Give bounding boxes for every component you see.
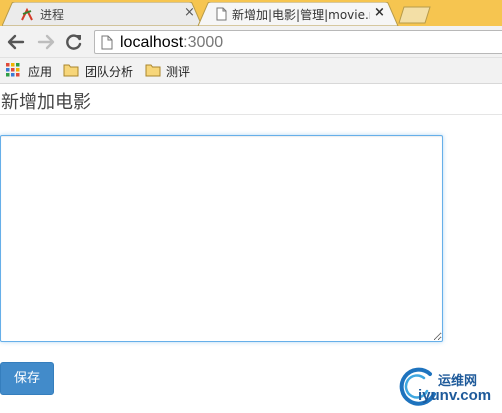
- bookmark-review[interactable]: 测评: [145, 62, 201, 80]
- watermark-brand-en: iyunv.com: [418, 387, 492, 404]
- watermark-logo: 运维网 iyunv.com: [396, 360, 502, 413]
- title-divider: [0, 114, 502, 115]
- tab-new-movie[interactable]: 新增加|电影|管理|movie.n ×: [0, 2, 400, 26]
- movie-content-textarea[interactable]: [0, 135, 443, 342]
- url-host: localhost: [120, 34, 184, 51]
- bookmark-apps[interactable]: 应用: [6, 62, 56, 80]
- tab-close-icon[interactable]: ×: [374, 5, 385, 21]
- page-icon: [216, 7, 227, 21]
- back-arrow-icon[interactable]: [6, 32, 26, 52]
- reload-icon[interactable]: [64, 32, 84, 52]
- page-icon: [101, 35, 113, 50]
- forward-arrow-icon[interactable]: [36, 32, 56, 52]
- tab-strip: 进程 × 新增加|电影|管理|movie.n ×: [0, 0, 502, 26]
- bookmark-label: 应用: [28, 65, 53, 79]
- apps-grid-icon: [6, 63, 20, 77]
- bookmark-label: 测评: [166, 65, 191, 79]
- address-url: localhost:3000: [120, 34, 223, 52]
- save-button[interactable]: 保存: [0, 362, 54, 395]
- browser-toolbar: localhost:3000: [0, 26, 502, 58]
- bookmark-label: 团队分析: [85, 65, 134, 79]
- address-bar[interactable]: localhost:3000: [94, 30, 502, 54]
- url-port: :3000: [183, 34, 224, 51]
- bookmark-team-analysis[interactable]: 团队分析: [63, 62, 143, 80]
- folder-icon: [145, 64, 161, 77]
- new-tab-button[interactable]: [398, 6, 432, 24]
- page-title: 新增加电影: [1, 92, 91, 113]
- bookmarks-bar: 应用 团队分析 测评: [0, 58, 502, 84]
- tab-title: 新增加|电影|管理|movie.n: [232, 8, 370, 22]
- folder-icon: [63, 64, 79, 77]
